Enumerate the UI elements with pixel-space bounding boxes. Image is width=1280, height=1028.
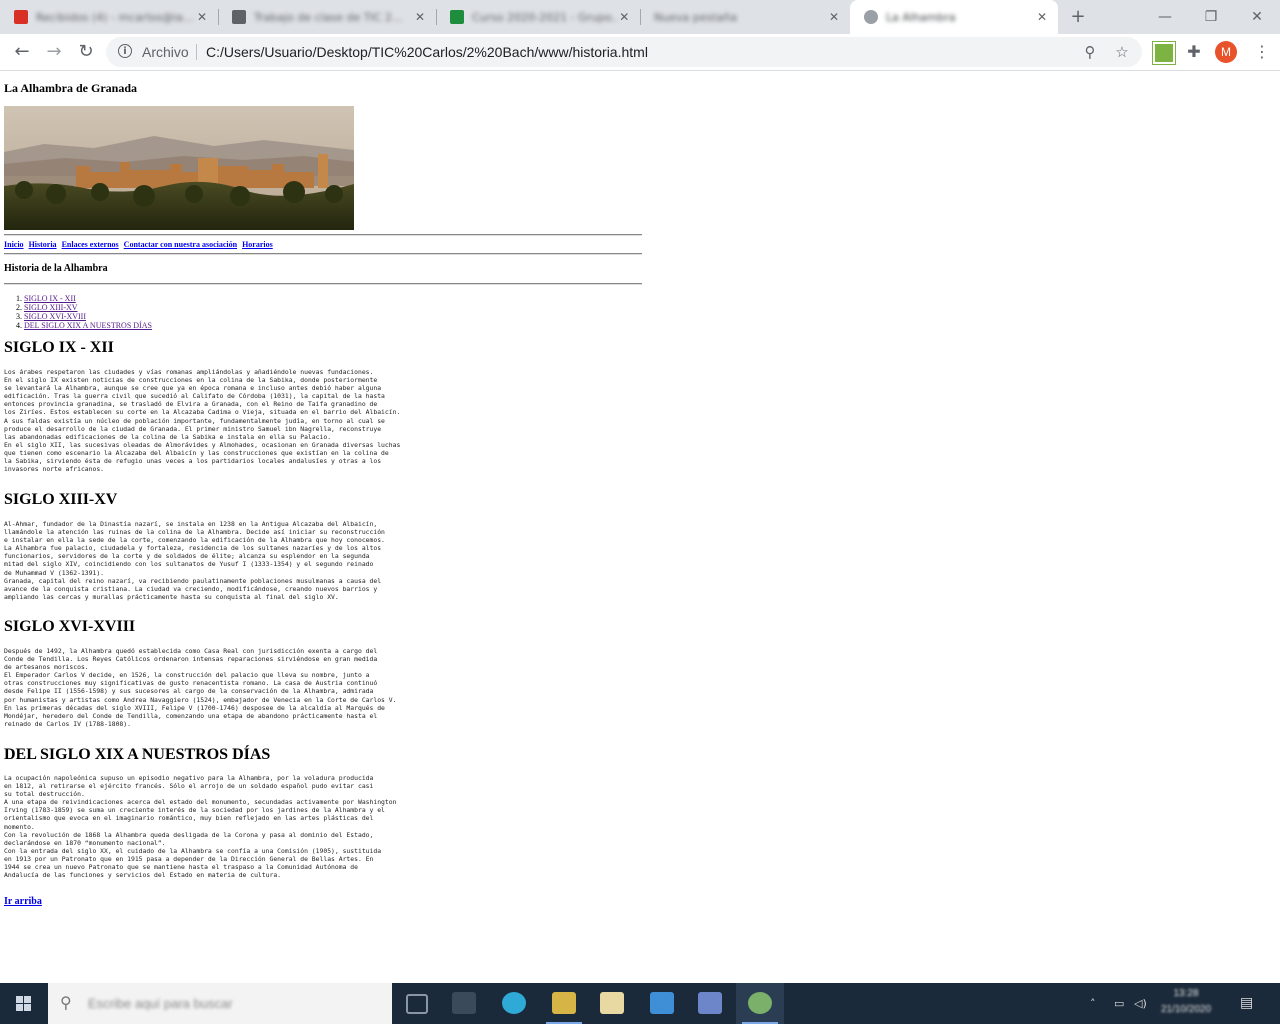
minimize-icon[interactable]: —	[1142, 0, 1188, 34]
sheets-icon	[450, 10, 464, 24]
extension-icon[interactable]	[1153, 42, 1175, 64]
nav-link-inicio[interactable]: Inicio	[4, 240, 24, 249]
section-title: SIGLO XVI-XVIII	[4, 618, 136, 635]
volume-icon[interactable]: ◁)	[1134, 983, 1147, 1024]
toc-link[interactable]: SIGLO IX - XII	[24, 294, 76, 303]
section-text: Después de 1492, la Alhambra quedó estab…	[4, 647, 397, 728]
windows-taskbar: ⚲ Escribe aquí para buscar ˄ ▭ ◁) 13:28 …	[0, 983, 1280, 1024]
site-nav: Inicio Historia Enlaces externos Contact…	[4, 240, 276, 249]
tab-title: La Alhambra	[886, 10, 956, 24]
close-tab-icon[interactable]: ✕	[412, 10, 428, 24]
classroom-icon	[232, 10, 246, 24]
toc-item: DEL SIGLO XIX A NUESTROS DÍAS	[24, 321, 152, 330]
section-title: SIGLO IX - XII	[4, 339, 114, 356]
nav-link-historia[interactable]: Historia	[29, 240, 57, 249]
close-tab-icon[interactable]: ✕	[1034, 10, 1050, 24]
browser-toolbar: ← → ↻ i Archivo C:/Users/Usuario/Desktop…	[0, 34, 1280, 71]
page-title: La Alhambra de Granada	[4, 81, 138, 95]
address-bar[interactable]: i Archivo C:/Users/Usuario/Desktop/TIC%2…	[106, 37, 1142, 67]
zoom-icon[interactable]: ⚲	[1080, 42, 1100, 62]
profile-avatar[interactable]: M	[1215, 41, 1237, 63]
address-divider	[196, 44, 197, 60]
close-icon[interactable]: ✕	[1234, 0, 1280, 34]
tab-gmail[interactable]: Recibidos (4) - mcarlos@ia... ✕	[0, 0, 218, 34]
alhambra-photo	[4, 106, 354, 230]
forward-icon[interactable]: →	[40, 38, 68, 66]
clock-time: 13:28	[1173, 988, 1199, 999]
folder-icon[interactable]	[588, 983, 636, 1024]
maximize-icon[interactable]: ❐	[1188, 0, 1234, 34]
tab-alhambra[interactable]: La Alhambra ✕	[850, 0, 1058, 34]
start-button[interactable]	[0, 983, 48, 1024]
file-explorer-icon[interactable]	[540, 983, 588, 1024]
section-text: Los árabes respetaron las ciudades y vía…	[4, 368, 401, 474]
address-url[interactable]: C:/Users/Usuario/Desktop/TIC%20Carlos/2%…	[206, 37, 648, 67]
tab-title: Curso 2020-2021 - Grupo...	[472, 10, 617, 24]
back-to-top-link[interactable]: Ir arriba	[4, 896, 42, 907]
toc-link[interactable]: SIGLO XIII-XV	[24, 303, 78, 312]
section-text: Al-Ahmar, fundador de la Dinastía nazarí…	[4, 520, 385, 601]
tab-title: Recibidos (4) - mcarlos@ia...	[36, 10, 194, 24]
bookmark-star-icon[interactable]: ☆	[1112, 42, 1132, 62]
section-heading: Historia de la Alhambra	[4, 263, 108, 274]
page-icon	[864, 10, 878, 24]
toc-link[interactable]: DEL SIGLO XIX A NUESTROS DÍAS	[24, 321, 152, 330]
tab-classroom[interactable]: Trabajo de clase de TIC 2... ✕	[218, 0, 436, 34]
toc-link[interactable]: SIGLO XVI-XVIII	[24, 312, 86, 321]
office-icon[interactable]	[686, 983, 734, 1024]
toc-item: SIGLO XVI-XVIII	[24, 312, 152, 321]
reload-icon[interactable]: ↻	[72, 38, 100, 66]
taskbar-clock[interactable]: 13:28 21/10/2020	[1150, 986, 1222, 1018]
notifications-icon[interactable]: ▤	[1240, 983, 1253, 1024]
tab-new-tab[interactable]: Nueva pestaña ✕	[640, 0, 850, 34]
edge-icon[interactable]	[490, 983, 538, 1024]
close-tab-icon[interactable]: ✕	[826, 10, 842, 24]
section-title: SIGLO XIII-XV	[4, 491, 118, 508]
plus-icon[interactable]: +	[1068, 7, 1088, 27]
nav-link-horarios[interactable]: Horarios	[242, 240, 273, 249]
divider	[4, 234, 642, 236]
windows-logo-icon	[16, 996, 31, 1011]
widgets-icon[interactable]	[440, 983, 488, 1024]
table-of-contents: SIGLO IX - XII SIGLO XIII-XV SIGLO XVI-X…	[4, 294, 152, 330]
back-icon[interactable]: ←	[8, 38, 36, 66]
nav-link-enlaces[interactable]: Enlaces externos	[62, 240, 119, 249]
clock-date: 21/10/2020	[1160, 1004, 1212, 1015]
section-title: DEL SIGLO XIX A NUESTROS DÍAS	[4, 746, 271, 763]
tab-title: Nueva pestaña	[654, 10, 737, 24]
kebab-menu-icon[interactable]: ⋮	[1252, 40, 1272, 64]
divider	[4, 253, 642, 255]
toc-item: SIGLO XIII-XV	[24, 303, 152, 312]
web-page: La Alhambra de Granada Inicio Historia E…	[0, 71, 1280, 983]
tray-chevron-icon[interactable]: ˄	[1090, 983, 1096, 1024]
section-text: La ocupación napoleónica supuso un episo…	[4, 774, 397, 880]
tab-title: Trabajo de clase de TIC 2...	[254, 10, 403, 24]
taskbar-search-box[interactable]: ⚲ Escribe aquí para buscar	[48, 983, 392, 1024]
network-icon[interactable]: ▭	[1114, 983, 1124, 1024]
task-view-icon[interactable]	[392, 983, 440, 1024]
close-tab-icon[interactable]: ✕	[194, 10, 210, 24]
taskbar-search-placeholder: Escribe aquí para buscar	[88, 996, 233, 1011]
mail-icon[interactable]	[638, 983, 686, 1024]
info-icon[interactable]: i	[118, 44, 132, 58]
close-tab-icon[interactable]: ✕	[617, 10, 632, 24]
address-scheme-label: Archivo	[142, 44, 189, 60]
search-icon: ⚲	[60, 993, 72, 1012]
tab-course[interactable]: Curso 2020-2021 - Grupo... ✕	[436, 0, 640, 34]
chrome-icon[interactable]	[736, 983, 784, 1024]
gmail-icon	[14, 10, 28, 24]
puzzle-extensions-icon[interactable]: ✚	[1180, 38, 1208, 66]
divider	[4, 283, 642, 285]
nav-link-contactar[interactable]: Contactar con nuestra asociación	[124, 240, 237, 249]
browser-tab-strip: Recibidos (4) - mcarlos@ia... ✕ Trabajo …	[0, 0, 1280, 34]
toc-item: SIGLO IX - XII	[24, 294, 152, 303]
